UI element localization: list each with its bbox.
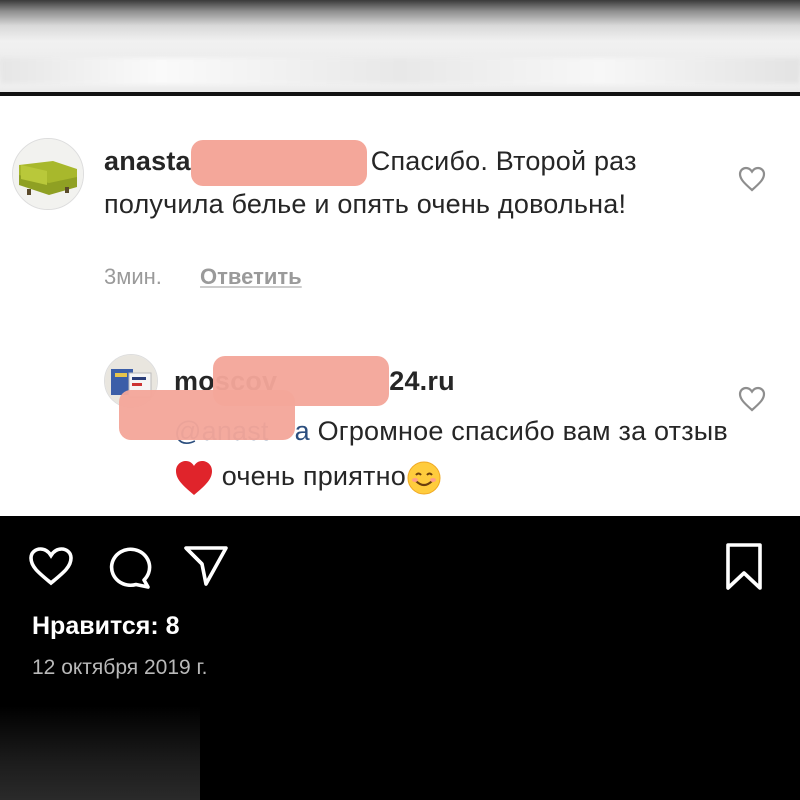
bookmark-icon[interactable] bbox=[724, 542, 764, 592]
comments-section: anasta Спасибо. Второй раз получила белье… bbox=[0, 96, 800, 516]
post-action-bar: Нравится: 8 12 октября 2019 г. bbox=[0, 516, 800, 800]
mention-end: a bbox=[294, 416, 310, 447]
reply-body: moscov24.ru @anasta Огромное спасибо вам… bbox=[118, 356, 734, 497]
mention-link[interactable]: @anasta bbox=[118, 390, 310, 447]
blurred-header-area bbox=[0, 0, 800, 92]
likes-count[interactable]: Нравится: 8 bbox=[32, 612, 180, 641]
blurred-content bbox=[0, 58, 800, 84]
comment-meta: 3мин. Ответить bbox=[104, 264, 302, 290]
comment-like-icon[interactable] bbox=[738, 166, 766, 192]
redaction-block bbox=[118, 390, 295, 440]
send-icon[interactable] bbox=[182, 544, 230, 588]
reply-button[interactable]: Ответить bbox=[200, 264, 302, 289]
comment-time: 3мин. bbox=[104, 264, 162, 289]
red-heart-emoji-icon bbox=[176, 460, 212, 495]
comment-body: anasta Спасибо. Второй раз получила белье… bbox=[104, 140, 664, 223]
reply-text-1: Огромное спасибо вам за отзыв bbox=[317, 416, 728, 447]
reply-text-2: очень приятно bbox=[221, 461, 406, 491]
bottom-fade bbox=[0, 706, 200, 800]
comment-icon[interactable] bbox=[106, 544, 154, 590]
comment-username[interactable]: anasta bbox=[104, 146, 191, 176]
avatar[interactable] bbox=[12, 138, 84, 210]
comment-text-line: Спасибо. Второй bbox=[370, 146, 587, 177]
heart-icon[interactable] bbox=[28, 546, 74, 586]
sofa-avatar-image bbox=[13, 139, 83, 209]
redaction-block bbox=[190, 140, 367, 186]
reply-like-icon[interactable] bbox=[738, 386, 766, 412]
smiling-face-emoji-icon bbox=[407, 461, 441, 495]
post-date: 12 октября 2019 г. bbox=[32, 656, 208, 679]
reply-username-end: 24.ru bbox=[389, 366, 455, 397]
